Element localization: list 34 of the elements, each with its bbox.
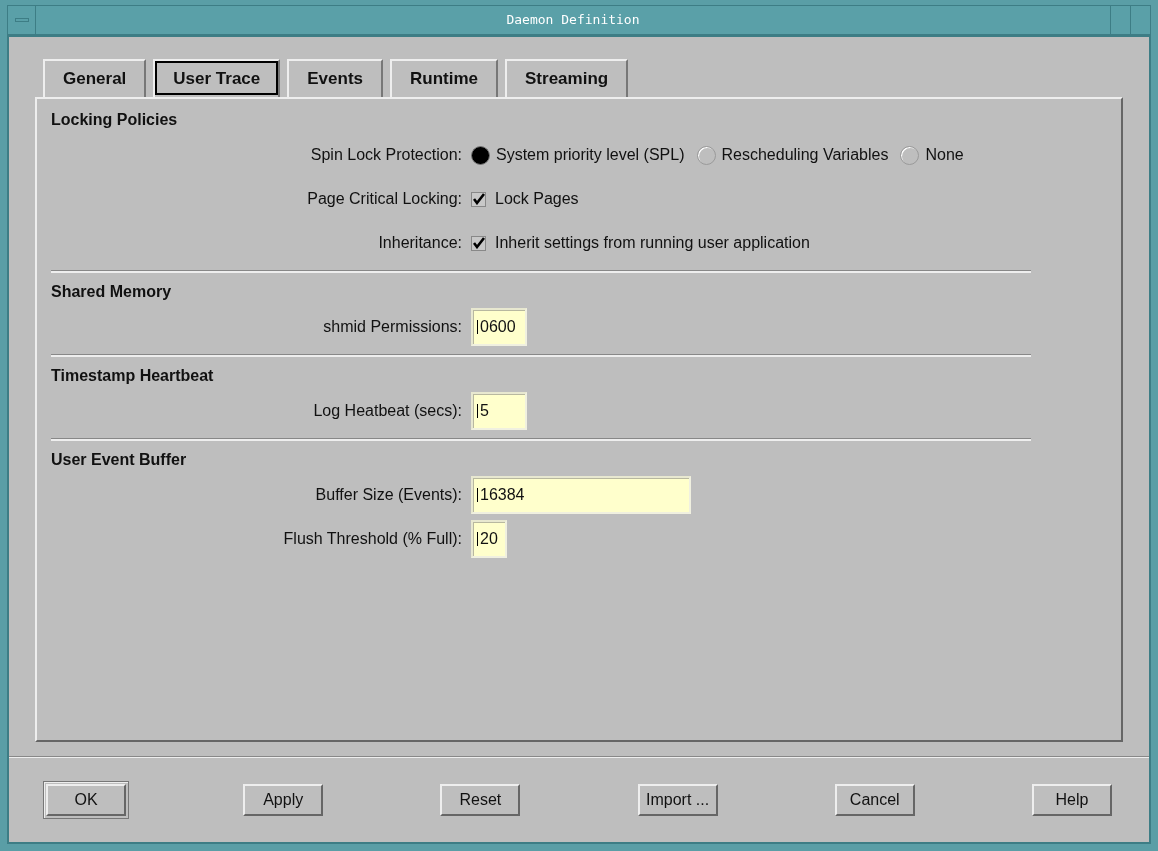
tab[interactable]: Streaming	[505, 59, 629, 97]
input-field[interactable]: 5	[471, 392, 527, 430]
dialog-button[interactable]: OK	[46, 783, 126, 816]
radio-option[interactable]: None	[900, 143, 964, 167]
section-heading: Shared Memory	[51, 282, 173, 302]
input-field[interactable]: 0600	[471, 308, 527, 346]
checkbox[interactable]: Inherit settings from running user application	[471, 231, 810, 255]
dialog-button[interactable]: Apply	[243, 783, 324, 816]
check-icon	[472, 193, 485, 205]
check-icon	[472, 237, 485, 249]
dialog-button[interactable]: Help	[1031, 783, 1112, 816]
window-title: Daemon Definition	[505, 11, 641, 30]
field-label: shmid Permissions:	[322, 317, 463, 337]
dialog-button[interactable]: Reset	[440, 783, 521, 816]
dialog-button[interactable]: Import ...	[637, 783, 718, 816]
radio-option[interactable]: System priority level (SPL)	[471, 143, 685, 167]
field-label: Buffer Size (Events):	[314, 485, 463, 505]
field-label: Log Heatbeat (secs):	[312, 401, 463, 421]
radio-option[interactable]: Rescheduling Variables	[696, 143, 889, 167]
section-heading: User Event Buffer	[51, 450, 188, 470]
tab[interactable]: User Trace	[153, 59, 281, 97]
input-field[interactable]: 16384	[471, 476, 691, 514]
field-label: Spin Lock Protection:	[309, 145, 463, 165]
field-label: Flush Threshold (% Full):	[282, 529, 463, 549]
tab[interactable]: Events	[287, 59, 383, 97]
checkbox[interactable]: Lock Pages	[471, 187, 579, 211]
field-label: Page Critical Locking:	[306, 189, 463, 209]
section-heading: Locking Policies	[51, 110, 179, 130]
section-heading: Timestamp Heartbeat	[51, 366, 215, 386]
dialog-button[interactable]: Cancel	[834, 783, 915, 816]
tab[interactable]: General	[43, 59, 147, 97]
tab[interactable]: Runtime	[390, 59, 498, 97]
field-label: Inheritance:	[377, 233, 463, 253]
input-field[interactable]: 20	[471, 520, 507, 558]
